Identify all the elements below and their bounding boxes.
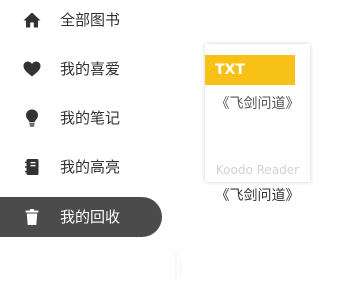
format-badge: TXT xyxy=(205,55,295,85)
book-cover[interactable]: TXT 《飞剑问道》 Koodo Reader xyxy=(205,44,310,182)
decorative-mark xyxy=(175,250,182,280)
sidebar: 全部图书 我的喜爱 我的笔记 我的高亮 我的回收 xyxy=(0,0,165,295)
sidebar-item-trash[interactable]: 我的回收 xyxy=(0,197,162,237)
trash-icon xyxy=(22,207,42,227)
sidebar-item-favorites[interactable]: 我的喜爱 xyxy=(0,49,162,89)
sidebar-item-label: 我的高亮 xyxy=(60,158,121,176)
sidebar-item-label: 我的笔记 xyxy=(60,109,121,127)
heart-icon xyxy=(22,59,42,79)
sidebar-item-notes[interactable]: 我的笔记 xyxy=(0,98,162,138)
lightbulb-icon xyxy=(22,108,42,128)
cover-title: 《飞剑问道》 xyxy=(215,96,300,112)
sidebar-item-label: 我的回收 xyxy=(60,208,121,226)
home-icon xyxy=(22,10,42,30)
sidebar-item-label: 我的喜爱 xyxy=(60,60,121,78)
cover-brand: Koodo Reader xyxy=(215,163,300,177)
sidebar-item-all-books[interactable]: 全部图书 xyxy=(0,0,162,40)
book-title[interactable]: 《飞剑问道》 xyxy=(205,186,310,206)
sidebar-item-label: 全部图书 xyxy=(60,11,121,29)
sidebar-item-highlights[interactable]: 我的高亮 xyxy=(0,147,162,187)
notebook-icon xyxy=(22,157,42,177)
